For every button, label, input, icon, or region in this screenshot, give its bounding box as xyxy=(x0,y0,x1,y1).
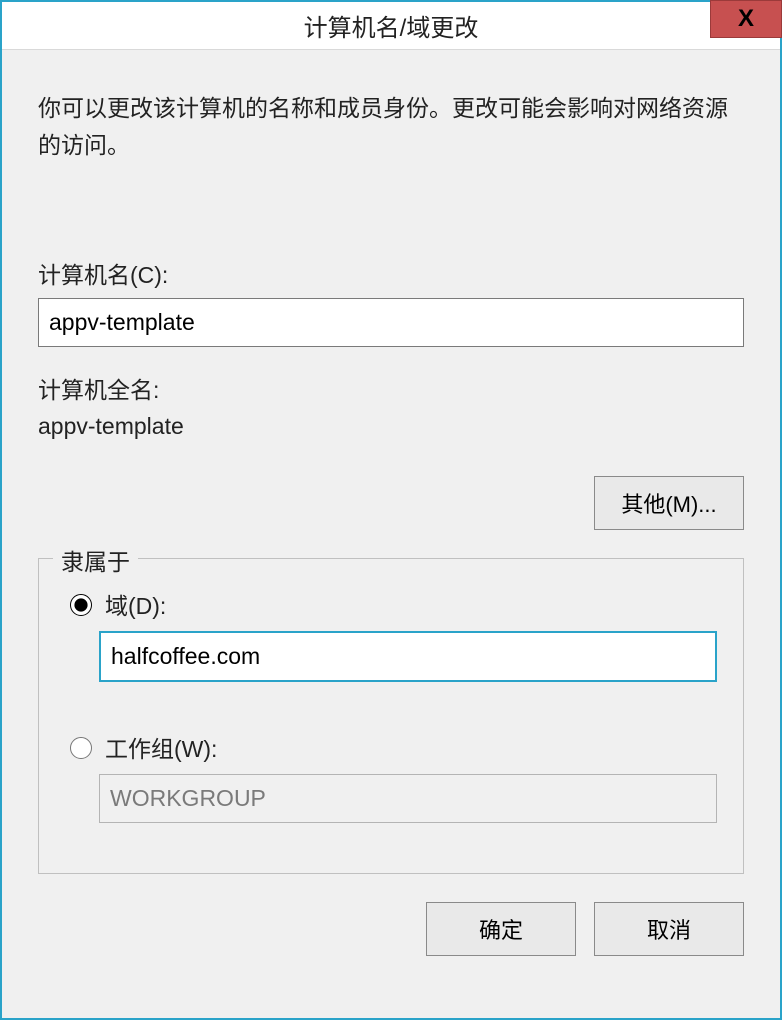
cancel-button[interactable]: 取消 xyxy=(594,902,744,956)
computer-name-label: 计算机名(C): xyxy=(38,256,744,290)
close-button[interactable]: X xyxy=(710,0,782,38)
domain-radio[interactable] xyxy=(70,594,92,616)
full-name-label: 计算机全名: xyxy=(38,371,744,405)
workgroup-radio-row[interactable]: 工作组(W): xyxy=(65,730,717,764)
domain-radio-label: 域(D): xyxy=(105,587,166,621)
workgroup-radio-label: 工作组(W): xyxy=(105,730,217,764)
description-text: 你可以更改该计算机的名称和成员身份。更改可能会影响对网络资源的访问。 xyxy=(38,90,744,164)
member-of-legend: 隶属于 xyxy=(53,543,138,577)
more-button[interactable]: 其他(M)... xyxy=(594,476,744,530)
workgroup-radio[interactable] xyxy=(70,737,92,759)
content-area: 你可以更改该计算机的名称和成员身份。更改可能会影响对网络资源的访问。 计算机名(… xyxy=(2,50,780,976)
ok-button[interactable]: 确定 xyxy=(426,902,576,956)
close-icon: X xyxy=(738,5,754,33)
computer-name-input[interactable] xyxy=(38,298,744,347)
domain-input[interactable] xyxy=(99,631,717,682)
domain-radio-row[interactable]: 域(D): xyxy=(65,587,717,621)
dialog-buttons: 确定 取消 xyxy=(38,902,744,956)
titlebar: 计算机名/域更改 X xyxy=(2,2,780,50)
member-of-group: 隶属于 域(D): 工作组(W): xyxy=(38,558,744,874)
workgroup-input xyxy=(99,774,717,823)
full-name-value: appv-template xyxy=(38,413,744,440)
dialog-window: 计算机名/域更改 X 你可以更改该计算机的名称和成员身份。更改可能会影响对网络资… xyxy=(0,0,782,1020)
window-title: 计算机名/域更改 xyxy=(304,8,479,43)
